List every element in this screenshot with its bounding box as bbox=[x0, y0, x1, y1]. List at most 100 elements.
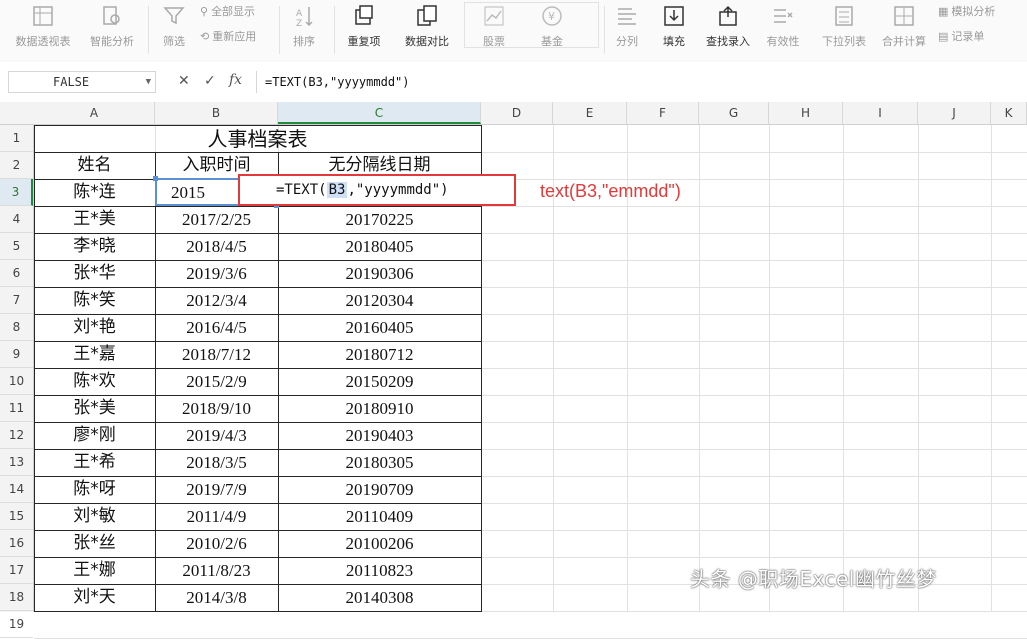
column-header-c[interactable]: C bbox=[278, 102, 481, 124]
name-cell[interactable]: 张*丝 bbox=[34, 530, 155, 557]
name-cell[interactable]: 王*美 bbox=[34, 206, 155, 233]
hire-date-cell[interactable]: 2017/2/25 bbox=[159, 206, 274, 233]
record-form-button[interactable]: ▤ 记录单 bbox=[938, 28, 984, 44]
consolidate-button[interactable]: 合并计算 bbox=[878, 0, 930, 60]
validity-button[interactable]: 有效性 bbox=[762, 0, 804, 60]
duplicates-button[interactable]: 重复项 bbox=[340, 0, 388, 60]
smart-analysis-button[interactable]: 智能分析 bbox=[86, 0, 138, 60]
hire-date-cell[interactable]: 2014/3/8 bbox=[159, 584, 274, 611]
column-header-j[interactable]: J bbox=[918, 102, 991, 124]
name-cell[interactable]: 刘*敏 bbox=[34, 503, 155, 530]
compact-date-cell[interactable]: 20110409 bbox=[278, 503, 481, 530]
hire-date-cell[interactable]: 2011/4/9 bbox=[159, 503, 274, 530]
column-header-h[interactable]: H bbox=[769, 102, 843, 124]
formula-input[interactable]: =TEXT(B3,"yyyymmdd") bbox=[256, 71, 1027, 93]
find-entry-button[interactable]: 查找录入 bbox=[702, 0, 754, 60]
compact-date-cell[interactable]: 20180712 bbox=[278, 341, 481, 368]
name-cell[interactable]: 刘*艳 bbox=[34, 314, 155, 341]
row-header-16[interactable]: 16 bbox=[0, 530, 33, 557]
row-header-19[interactable]: 19 bbox=[0, 611, 33, 638]
name-cell[interactable]: 陈*连 bbox=[34, 179, 155, 206]
compact-date-cell[interactable]: 20180405 bbox=[278, 233, 481, 260]
fund-button[interactable]: ¥ 基金 bbox=[534, 0, 570, 60]
compact-date-cell[interactable]: 20120304 bbox=[278, 287, 481, 314]
column-header-f[interactable]: F bbox=[627, 102, 699, 124]
row-header-15[interactable]: 15 bbox=[0, 503, 33, 530]
row-header-8[interactable]: 8 bbox=[0, 314, 33, 341]
name-cell[interactable]: 张*美 bbox=[34, 395, 155, 422]
row-header-17[interactable]: 17 bbox=[0, 557, 33, 584]
hire-date-cell[interactable]: 2016/4/5 bbox=[159, 314, 274, 341]
split-column-button[interactable]: 分列 bbox=[612, 0, 642, 60]
name-cell[interactable]: 刘*天 bbox=[34, 584, 155, 611]
sort-button[interactable]: AZ 排序 bbox=[286, 0, 322, 60]
show-all-button[interactable]: ⚲ 全部显示 bbox=[200, 3, 255, 19]
row-header-4[interactable]: 4 bbox=[0, 206, 33, 233]
hire-date-cell[interactable]: 2019/3/6 bbox=[159, 260, 274, 287]
hire-date-cell[interactable]: 2019/7/9 bbox=[159, 476, 274, 503]
name-cell[interactable]: 陈*欢 bbox=[34, 368, 155, 395]
row-header-14[interactable]: 14 bbox=[0, 476, 33, 503]
row-header-6[interactable]: 6 bbox=[0, 260, 33, 287]
column-header-b[interactable]: B bbox=[155, 102, 278, 124]
compact-date-cell[interactable]: 20180305 bbox=[278, 449, 481, 476]
row-header-3[interactable]: 3 bbox=[0, 179, 33, 206]
cancel-icon[interactable]: ✕ bbox=[178, 73, 190, 89]
row-header-9[interactable]: 9 bbox=[0, 341, 33, 368]
hire-date-cell[interactable]: 2012/3/4 bbox=[159, 287, 274, 314]
selection-handle[interactable] bbox=[153, 176, 158, 181]
name-cell[interactable]: 廖*刚 bbox=[34, 422, 155, 449]
compact-date-cell[interactable]: 20160405 bbox=[278, 314, 481, 341]
confirm-icon[interactable]: ✓ bbox=[204, 73, 216, 89]
hire-date-cell[interactable]: 2018/3/5 bbox=[159, 449, 274, 476]
compact-date-cell[interactable]: 20150209 bbox=[278, 368, 481, 395]
reapply-button[interactable]: ⟲ 重新应用 bbox=[200, 28, 256, 44]
compact-date-cell[interactable]: 20140308 bbox=[278, 584, 481, 611]
data-compare-button[interactable]: 数据对比 bbox=[398, 0, 456, 60]
row-header-13[interactable]: 13 bbox=[0, 449, 33, 476]
compact-date-cell[interactable]: 20110823 bbox=[278, 557, 481, 584]
compact-date-cell[interactable]: 20170225 bbox=[278, 206, 481, 233]
name-cell[interactable]: 王*嘉 bbox=[34, 341, 155, 368]
name-cell[interactable]: 王*娜 bbox=[34, 557, 155, 584]
column-header-a[interactable]: A bbox=[34, 102, 155, 124]
column-header-d[interactable]: D bbox=[481, 102, 553, 124]
header-cell[interactable]: 姓名 bbox=[34, 152, 155, 179]
hire-date-cell[interactable]: 2019/4/3 bbox=[159, 422, 274, 449]
stock-button[interactable]: 股票 bbox=[474, 0, 514, 60]
hire-date-cell[interactable]: 2015/2/9 bbox=[159, 368, 274, 395]
hire-date-cell[interactable]: 2018/9/10 bbox=[159, 395, 274, 422]
compact-date-cell[interactable]: 20180910 bbox=[278, 395, 481, 422]
row-header-1[interactable]: 1 bbox=[0, 125, 33, 152]
row-header-5[interactable]: 5 bbox=[0, 233, 33, 260]
filter-button[interactable]: 筛选 bbox=[156, 0, 192, 60]
row-header-10[interactable]: 10 bbox=[0, 368, 33, 395]
sheet-title[interactable]: 人事档案表 bbox=[34, 125, 481, 152]
column-header-i[interactable]: I bbox=[843, 102, 918, 124]
hire-date-cell[interactable]: 2011/8/23 bbox=[159, 557, 274, 584]
row-header-18[interactable]: 18 bbox=[0, 584, 33, 611]
row-header-12[interactable]: 12 bbox=[0, 422, 33, 449]
column-header-g[interactable]: G bbox=[699, 102, 769, 124]
in-cell-editor[interactable]: =TEXT(B3 ,"yyyymmdd") bbox=[238, 174, 516, 206]
compact-date-cell[interactable]: 20190709 bbox=[278, 476, 481, 503]
insert-function-icon[interactable]: fx bbox=[229, 72, 242, 88]
hire-date-cell[interactable]: 2018/7/12 bbox=[159, 341, 274, 368]
column-header-k[interactable]: K bbox=[991, 102, 1027, 124]
hire-date-cell[interactable]: 2018/4/5 bbox=[159, 233, 274, 260]
name-cell[interactable]: 李*晓 bbox=[34, 233, 155, 260]
column-header-e[interactable]: E bbox=[553, 102, 627, 124]
dropdown-list-button[interactable]: 下拉列表 bbox=[818, 0, 870, 60]
row-header-7[interactable]: 7 bbox=[0, 287, 33, 314]
hire-date-cell[interactable]: 2010/2/6 bbox=[159, 530, 274, 557]
compact-date-cell[interactable]: 20190306 bbox=[278, 260, 481, 287]
name-cell[interactable]: 陈*笑 bbox=[34, 287, 155, 314]
compact-date-cell[interactable]: 20100206 bbox=[278, 530, 481, 557]
what-if-button[interactable]: ▦ 模拟分析 bbox=[938, 3, 995, 19]
row-header-11[interactable]: 11 bbox=[0, 395, 33, 422]
pivot-table-button[interactable]: 数据透视表 bbox=[12, 0, 74, 60]
compact-date-cell[interactable]: 20190403 bbox=[278, 422, 481, 449]
chevron-down-icon[interactable]: ▼ bbox=[146, 72, 151, 92]
name-box[interactable]: FALSE ▼ bbox=[8, 71, 156, 93]
name-cell[interactable]: 王*希 bbox=[34, 449, 155, 476]
